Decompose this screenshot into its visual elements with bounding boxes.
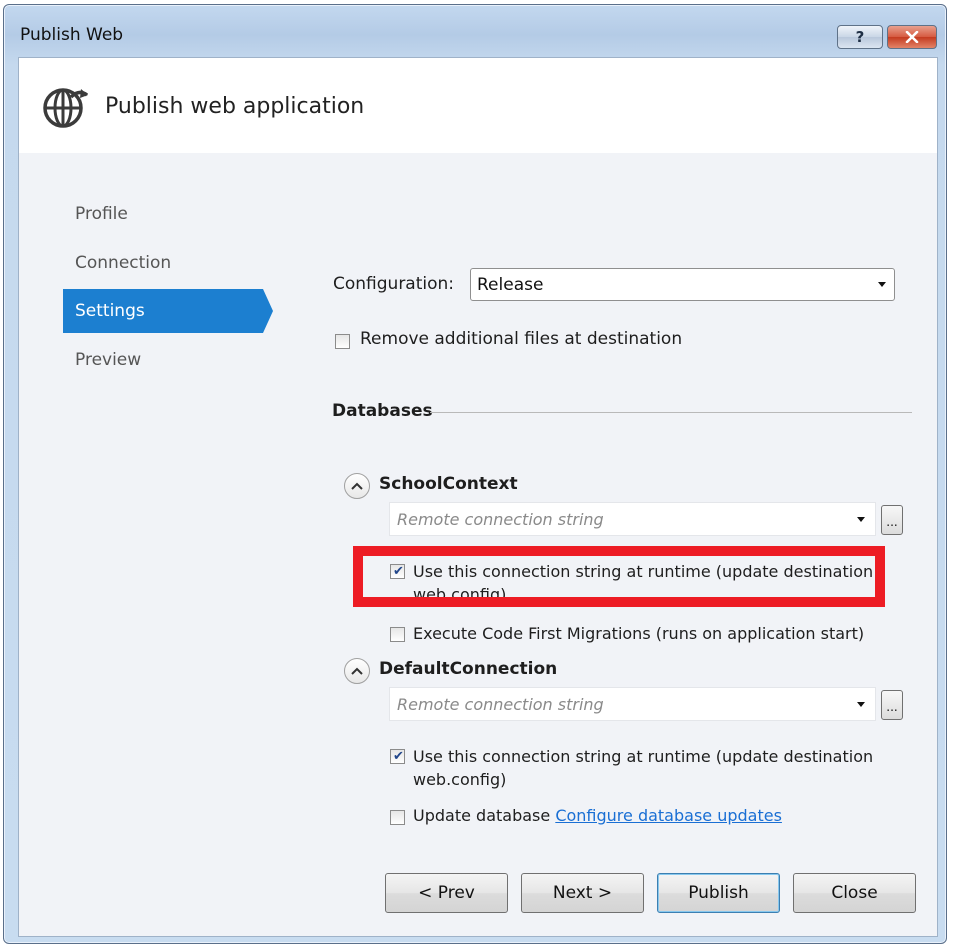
close-window-button[interactable] (887, 25, 937, 49)
defaultconnection-runtime-checkbox[interactable]: ✔ (390, 749, 405, 764)
window-title: Publish Web (20, 25, 124, 45)
checkmark-icon: ✔ (393, 749, 404, 764)
nav-item-settings[interactable]: Settings (63, 289, 273, 333)
schoolcontext-title: SchoolContext (379, 474, 518, 494)
configure-database-updates-link[interactable]: Configure database updates (555, 806, 782, 825)
defaultconnection-collapse-toggle[interactable] (344, 658, 370, 684)
defaultconnection-connection-placeholder: Remote connection string (397, 695, 604, 714)
databases-heading: Databases (332, 401, 433, 421)
nav-active-arrow (263, 289, 273, 333)
databases-divider (430, 412, 912, 413)
prev-button[interactable]: < Prev (385, 873, 508, 913)
defaultconnection-runtime-label: Use this connection string at runtime (u… (413, 747, 874, 766)
nav-item-preview[interactable]: Preview (63, 338, 263, 382)
update-database-checkbox[interactable] (390, 810, 405, 825)
chevron-up-icon (351, 667, 363, 675)
schoolcontext-connection-placeholder: Remote connection string (397, 510, 604, 529)
migrations-highlight-box (353, 546, 885, 607)
defaultconnection-browse-button[interactable]: ... (881, 690, 903, 720)
configuration-value: Release (477, 275, 544, 295)
dialog-header: Publish web application (19, 58, 937, 153)
remove-files-checkbox[interactable] (335, 334, 350, 349)
chevron-down-icon (857, 517, 865, 522)
configuration-select[interactable]: Release (470, 268, 895, 301)
nav-item-profile[interactable]: Profile (63, 192, 263, 236)
globe-publish-icon (43, 88, 89, 128)
update-database-row: Update database Configure database updat… (413, 806, 782, 825)
close-button[interactable]: Close (793, 873, 916, 913)
chevron-up-icon (351, 482, 363, 490)
dialog-client-area: Publish web application Profile Connecti… (18, 57, 938, 937)
configuration-label: Configuration: (333, 274, 455, 294)
help-button[interactable]: ? (837, 25, 883, 49)
migrations-label: Execute Code First Migrations (runs on a… (413, 624, 865, 643)
update-database-label: Update database (413, 806, 551, 825)
schoolcontext-connection-input[interactable]: Remote connection string (389, 502, 876, 536)
close-icon (905, 31, 919, 43)
nav-item-connection[interactable]: Connection (63, 241, 263, 285)
schoolcontext-collapse-toggle[interactable] (344, 473, 370, 499)
help-icon: ? (855, 28, 865, 46)
defaultconnection-title: DefaultConnection (379, 659, 558, 679)
defaultconnection-connection-input[interactable]: Remote connection string (389, 687, 876, 721)
schoolcontext-browse-button[interactable]: ... (881, 505, 903, 535)
publish-button[interactable]: Publish (657, 873, 780, 913)
defaultconnection-runtime-label-line2: web.config) (413, 770, 507, 789)
next-button[interactable]: Next > (521, 873, 644, 913)
nav-item-settings-label: Settings (75, 301, 145, 321)
publish-web-dialog: Publish Web ? Publish web application Pr… (3, 4, 947, 944)
migrations-checkbox[interactable] (390, 627, 405, 642)
header-title: Publish web application (105, 94, 365, 119)
chevron-down-icon (878, 282, 886, 287)
remove-files-label: Remove additional files at destination (360, 329, 683, 349)
chevron-down-icon (857, 702, 865, 707)
